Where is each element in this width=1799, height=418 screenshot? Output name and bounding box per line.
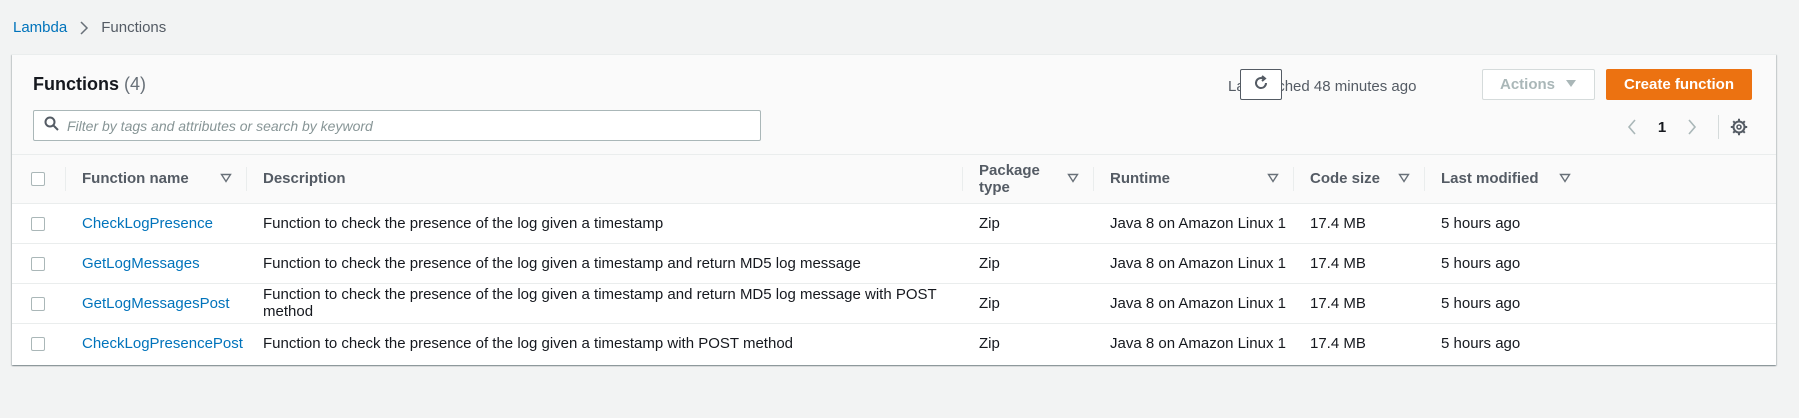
function-name-cell: CheckLogPresencePost [65, 323, 246, 363]
chevron-left-icon[interactable] [1620, 116, 1644, 138]
chevron-right-icon[interactable] [1680, 116, 1704, 138]
table-row: GetLogMessages Function to check the pre… [12, 243, 1776, 284]
header-select-all [12, 155, 65, 204]
last-modified-cell: 5 hours ago [1424, 283, 1776, 324]
create-function-button[interactable]: Create function [1606, 69, 1752, 100]
row-select-cell [12, 323, 65, 363]
page-title: Functions (4) [33, 74, 146, 95]
column-label: Code size [1310, 170, 1381, 188]
functions-panel: Functions (4) Last fetched 48 minutes ag… [12, 54, 1776, 365]
table-row: CheckLogPresencePost Function to check t… [12, 323, 1776, 363]
pagination: 1 [1620, 115, 1751, 139]
description-cell: Function to check the presence of the lo… [246, 243, 962, 284]
row-checkbox[interactable] [31, 256, 45, 271]
runtime-cell: Java 8 on Amazon Linux 1 [1093, 243, 1293, 284]
row-checkbox[interactable] [31, 216, 45, 231]
breadcrumb: Lambda Functions [13, 19, 166, 36]
row-select-cell [12, 283, 65, 324]
column-label: Last modified [1441, 170, 1539, 188]
actions-button[interactable]: Actions [1482, 69, 1595, 100]
runtime-cell: Java 8 on Amazon Linux 1 [1093, 283, 1293, 324]
actions-label: Actions [1499, 76, 1555, 93]
sort-icon[interactable] [1398, 170, 1410, 187]
package-type-cell: Zip [962, 203, 1093, 244]
breadcrumb-current: Functions [101, 19, 167, 36]
function-name-link[interactable]: CheckLogPresence [82, 215, 213, 232]
last-modified-cell: 5 hours ago [1424, 243, 1776, 284]
pager-divider [1718, 115, 1719, 139]
functions-table: Function name Description Package type R… [12, 155, 1776, 363]
last-modified-cell: 5 hours ago [1424, 203, 1776, 244]
function-name-link[interactable]: GetLogMessagesPost [82, 295, 230, 312]
table-row: GetLogMessagesPost Function to check the… [12, 283, 1776, 324]
panel-header: Functions (4) Last fetched 48 minutes ag… [12, 55, 1776, 155]
sort-icon[interactable] [1267, 170, 1279, 187]
table-row: CheckLogPresence Function to check the p… [12, 203, 1776, 244]
column-package-type[interactable]: Package type [962, 155, 1093, 204]
column-label: Function name [82, 170, 189, 188]
last-modified-cell: 5 hours ago [1441, 334, 1521, 352]
code-size-cell: 17.4 MB [1293, 243, 1424, 284]
code-size-cell: 17.4 MB [1293, 283, 1424, 324]
sort-icon[interactable] [220, 170, 232, 187]
breadcrumb-lambda-link[interactable]: Lambda [13, 19, 67, 36]
description-cell: Function to check the presence of the lo… [263, 334, 794, 352]
description-cell: Function to check the presence of the lo… [246, 283, 962, 324]
function-name-link[interactable]: CheckLogPresencePost [82, 335, 243, 352]
refresh-button[interactable] [1240, 69, 1282, 100]
row-checkbox[interactable] [31, 336, 45, 351]
search-icon [44, 116, 59, 135]
column-label: Description [263, 170, 346, 188]
function-name-cell: GetLogMessagesPost [65, 283, 246, 324]
package-type-cell: Zip [962, 283, 1093, 324]
refresh-icon [1253, 74, 1269, 95]
caret-down-icon [1565, 76, 1577, 93]
row-select-cell [12, 203, 65, 244]
chevron-right-icon [79, 20, 89, 35]
row-select-cell [12, 243, 65, 284]
table-header-row: Function name Description Package type R… [12, 155, 1776, 204]
runtime-cell: Java 8 on Amazon Linux 1 [1110, 334, 1286, 352]
column-label: Runtime [1110, 170, 1170, 188]
column-last-modified[interactable]: Last modified [1424, 155, 1776, 204]
description-cell: Function to check the presence of the lo… [246, 203, 962, 244]
package-type-cell: Zip [962, 243, 1093, 284]
sort-icon[interactable] [1559, 170, 1571, 187]
function-count: (4) [124, 74, 147, 94]
settings-icon[interactable] [1727, 116, 1751, 138]
sort-icon[interactable] [1067, 170, 1079, 187]
code-size-cell: 17.4 MB [1310, 334, 1366, 352]
function-name-link[interactable]: GetLogMessages [82, 255, 200, 272]
select-all-checkbox[interactable] [31, 172, 45, 187]
function-name-cell: CheckLogPresence [65, 203, 246, 244]
search-box [33, 110, 761, 141]
search-input[interactable] [67, 117, 760, 134]
column-label: Package type [979, 161, 1040, 196]
function-name-cell: GetLogMessages [65, 243, 246, 284]
current-page[interactable]: 1 [1644, 119, 1680, 136]
code-size-cell: 17.4 MB [1293, 203, 1424, 244]
column-description: Description [246, 155, 962, 204]
title-text: Functions [33, 74, 119, 94]
row-checkbox[interactable] [31, 296, 45, 311]
package-type-cell: Zip [979, 334, 1000, 352]
column-code-size[interactable]: Code size [1293, 155, 1424, 204]
column-function-name[interactable]: Function name [65, 155, 246, 204]
column-runtime[interactable]: Runtime [1093, 155, 1293, 204]
runtime-cell: Java 8 on Amazon Linux 1 [1093, 203, 1293, 244]
